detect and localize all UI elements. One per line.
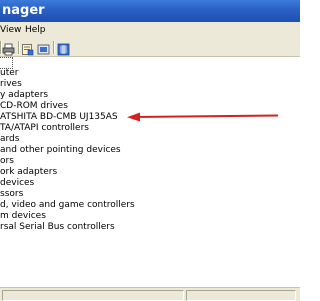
annotation-arrow (127, 112, 279, 122)
status-segment (186, 290, 296, 301)
status-segment (2, 290, 184, 301)
status-bar (0, 287, 300, 301)
